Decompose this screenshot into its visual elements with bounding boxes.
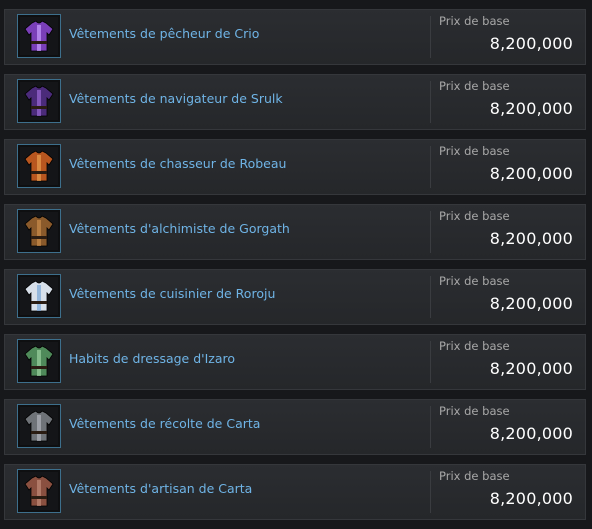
divider: [430, 211, 431, 253]
divider: [430, 406, 431, 448]
base-price-label: Prix de base: [439, 274, 510, 288]
orange-hunter-outfit-icon: [20, 147, 58, 185]
divider: [430, 276, 431, 318]
item-name: Vêtements de pêcheur de Crio: [69, 26, 260, 41]
item-icon-frame: [17, 339, 61, 383]
divider: [430, 471, 431, 513]
item-name: Vêtements de cuisinier de Roroju: [69, 286, 276, 301]
list-item[interactable]: Vêtements de cuisinier de Roroju Prix de…: [4, 269, 586, 325]
item-icon-frame: [17, 14, 61, 58]
base-price-value: 8,200,000: [489, 294, 573, 313]
item-icon-frame: [17, 144, 61, 188]
brown-artisan-outfit-icon: [20, 472, 58, 510]
divider: [430, 146, 431, 188]
divider: [430, 341, 431, 383]
list-item[interactable]: Vêtements de pêcheur de Crio Prix de bas…: [4, 9, 586, 65]
list-item[interactable]: Vêtements d'alchimiste de Gorgath Prix d…: [4, 204, 586, 260]
base-price-label: Prix de base: [439, 144, 510, 158]
item-name: Vêtements d'artisan de Carta: [69, 481, 253, 496]
base-price-value: 8,200,000: [489, 229, 573, 248]
divider: [430, 81, 431, 123]
base-price-label: Prix de base: [439, 14, 510, 28]
list-item[interactable]: Habits de dressage d'Izaro Prix de base …: [4, 334, 586, 390]
item-price-list: Vêtements de pêcheur de Crio Prix de bas…: [0, 0, 592, 529]
base-price-value: 8,200,000: [489, 424, 573, 443]
base-price-label: Prix de base: [439, 79, 510, 93]
item-icon-frame: [17, 274, 61, 318]
item-icon-frame: [17, 209, 61, 253]
gray-gathering-outfit-icon: [20, 407, 58, 445]
base-price-label: Prix de base: [439, 209, 510, 223]
base-price-value: 8,200,000: [489, 164, 573, 183]
purple-navigator-outfit-icon: [20, 82, 58, 120]
brown-alchemist-outfit-icon: [20, 212, 58, 250]
green-training-outfit-icon: [20, 342, 58, 380]
base-price-label: Prix de base: [439, 404, 510, 418]
purple-fisher-outfit-icon: [20, 17, 58, 55]
list-item[interactable]: Vêtements de navigateur de Srulk Prix de…: [4, 74, 586, 130]
item-icon-frame: [17, 404, 61, 448]
item-name: Vêtements de récolte de Carta: [69, 416, 261, 431]
item-name: Habits de dressage d'Izaro: [69, 351, 236, 366]
divider: [430, 16, 431, 58]
base-price-value: 8,200,000: [489, 489, 573, 508]
base-price-value: 8,200,000: [489, 34, 573, 53]
item-name: Vêtements de navigateur de Srulk: [69, 91, 283, 106]
item-icon-frame: [17, 79, 61, 123]
base-price-label: Prix de base: [439, 339, 510, 353]
list-item[interactable]: Vêtements d'artisan de Carta Prix de bas…: [4, 464, 586, 520]
item-name: Vêtements de chasseur de Robeau: [69, 156, 287, 171]
base-price-value: 8,200,000: [489, 99, 573, 118]
item-icon-frame: [17, 469, 61, 513]
base-price-label: Prix de base: [439, 469, 510, 483]
item-name: Vêtements d'alchimiste de Gorgath: [69, 221, 290, 236]
white-cook-outfit-icon: [20, 277, 58, 315]
list-item[interactable]: Vêtements de chasseur de Robeau Prix de …: [4, 139, 586, 195]
list-item[interactable]: Vêtements de récolte de Carta Prix de ba…: [4, 399, 586, 455]
base-price-value: 8,200,000: [489, 359, 573, 378]
